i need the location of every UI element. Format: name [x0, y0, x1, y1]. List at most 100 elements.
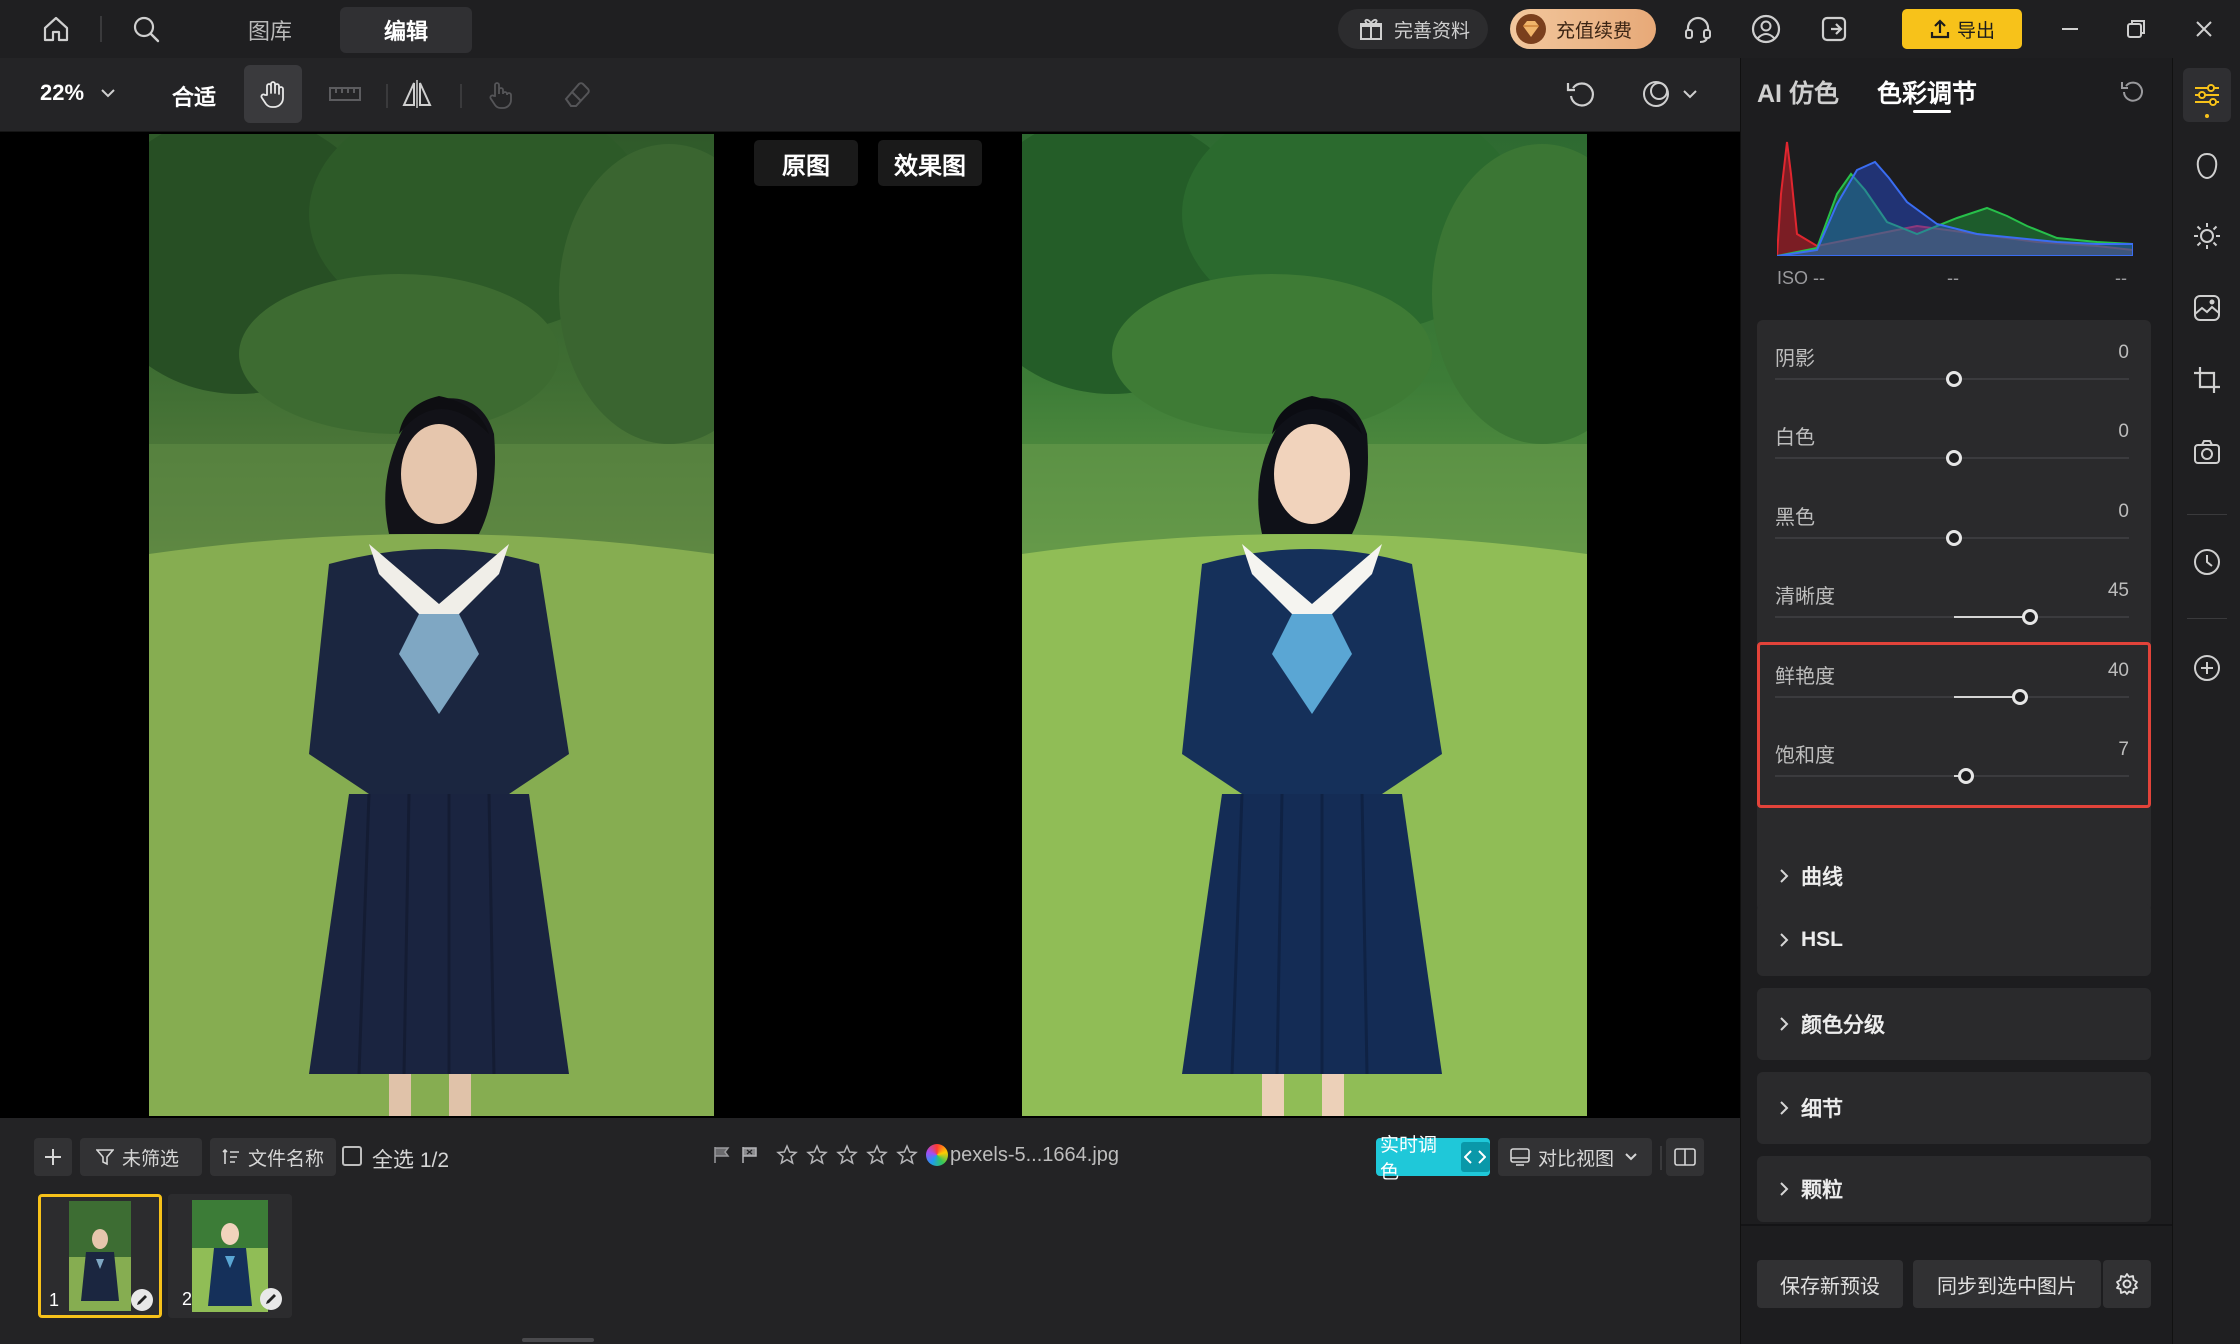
sync-settings-button[interactable]	[2103, 1260, 2151, 1308]
account-icon[interactable]	[1748, 11, 1784, 47]
hand-tool-icon[interactable]	[244, 65, 302, 123]
slider-clarity[interactable]: 清晰度 45	[1757, 568, 2151, 648]
add-photo-button[interactable]	[34, 1138, 72, 1176]
reject-flag-icon[interactable]	[740, 1145, 760, 1165]
original-photo	[149, 134, 714, 1116]
section-detail[interactable]: 细节	[1757, 1072, 2151, 1144]
histogram	[1777, 134, 2133, 256]
histogram-right: --	[2115, 268, 2127, 288]
image-edit-icon[interactable]	[2183, 284, 2231, 332]
thumbnail[interactable]: 2	[168, 1194, 292, 1318]
gift-icon	[1358, 16, 1384, 42]
upload-icon	[1929, 18, 1951, 40]
save-preset-button[interactable]: 保存新预设	[1757, 1260, 1903, 1308]
face-retouch-icon[interactable]	[2183, 142, 2231, 190]
star-icon[interactable]	[896, 1144, 918, 1166]
slider-shadows[interactable]: 阴影 0	[1757, 330, 2151, 410]
slider-knob[interactable]	[2022, 609, 2038, 625]
logout-icon[interactable]	[1816, 11, 1852, 47]
sync-selected-button[interactable]: 同步到选中图片	[1913, 1260, 2101, 1308]
filter-icon	[96, 1148, 114, 1166]
adjust-panel: AI 仿色 色彩调节 ISO -- -- -- 阴影 0 白色 0 黑色 0 清…	[1740, 58, 2173, 1344]
slider-track[interactable]	[1775, 775, 2129, 777]
code-icon	[1460, 1142, 1490, 1172]
histogram-mid: --	[1947, 268, 1959, 288]
search-icon[interactable]	[128, 11, 164, 47]
slider-fill	[1954, 696, 2020, 698]
diamond-icon	[1516, 14, 1546, 44]
zoom-select[interactable]: 22%	[40, 80, 116, 106]
star-icon[interactable]	[866, 1144, 888, 1166]
recharge-button[interactable]: 充值续费	[1510, 9, 1656, 49]
minimize-icon[interactable]	[2048, 8, 2092, 50]
add-tool-icon[interactable]	[2183, 644, 2231, 692]
filter-button[interactable]: 未筛选	[80, 1138, 202, 1176]
sort-icon	[222, 1148, 240, 1166]
touch-tool-icon[interactable]	[472, 65, 530, 123]
camera-icon[interactable]	[2183, 428, 2231, 476]
filmstrip-bar: 未筛选 文件名称 全选 1/2 pexels-5...1664.jpg 实时调色…	[0, 1118, 1740, 1344]
select-all-checkbox[interactable]	[342, 1146, 362, 1166]
complete-profile-label: 完善资料	[1394, 20, 1471, 42]
slider-track[interactable]	[1775, 696, 2129, 698]
slider-value: 0	[2118, 501, 2129, 522]
chevron-down-icon	[100, 88, 116, 98]
section-hsl[interactable]: HSL	[1757, 904, 2151, 976]
overlay-mode-select[interactable]	[1624, 65, 1714, 123]
section-grain[interactable]: 颗粒	[1757, 1156, 2151, 1222]
headset-icon[interactable]	[1680, 11, 1716, 47]
eraser-icon[interactable]	[548, 65, 606, 123]
filmstrip-scrollbar[interactable]	[522, 1338, 594, 1342]
flip-icon[interactable]	[388, 65, 446, 123]
slider-knob[interactable]	[1946, 530, 1962, 546]
reset-icon[interactable]	[1552, 65, 1610, 123]
slider-knob[interactable]	[2012, 689, 2028, 705]
flag-icon[interactable]	[712, 1145, 732, 1165]
slider-value: 0	[2118, 421, 2129, 442]
slider-vibrance[interactable]: 鲜艳度 40	[1757, 648, 2151, 728]
tab-library[interactable]: 图库	[220, 7, 320, 53]
export-button[interactable]: 导出	[1902, 9, 2022, 49]
compare-view-select[interactable]: 对比视图	[1498, 1138, 1652, 1176]
live-color-toggle[interactable]: 实时调色	[1376, 1135, 1490, 1183]
slider-whites[interactable]: 白色 0	[1757, 409, 2151, 489]
split-view-button[interactable]	[1666, 1138, 1704, 1176]
slider-knob[interactable]	[1958, 768, 1974, 784]
color-label-icon[interactable]	[926, 1144, 948, 1166]
restore-icon[interactable]	[2114, 8, 2158, 50]
slider-blacks[interactable]: 黑色 0	[1757, 489, 2151, 569]
crop-icon[interactable]	[2183, 356, 2231, 404]
home-icon[interactable]	[38, 11, 74, 47]
section-curves[interactable]: 曲线	[1757, 840, 2151, 912]
slider-knob[interactable]	[1946, 450, 1962, 466]
slider-saturation[interactable]: 饱和度 7	[1757, 727, 2151, 807]
slider-knob[interactable]	[1946, 371, 1962, 387]
tab-color-adjust[interactable]: 色彩调节	[1877, 74, 1977, 110]
star-icon[interactable]	[836, 1144, 858, 1166]
sort-button[interactable]: 文件名称	[210, 1138, 336, 1176]
active-dot	[2205, 114, 2209, 118]
plus-icon	[43, 1147, 63, 1167]
slider-track[interactable]	[1775, 616, 2129, 618]
star-icon[interactable]	[776, 1144, 798, 1166]
tab-underline	[1913, 110, 1951, 113]
original-label: 原图	[754, 140, 858, 186]
slider-value: 40	[2107, 660, 2129, 681]
image-canvas[interactable]: 原图 效果图	[0, 132, 1740, 1118]
thumbnail[interactable]: 1	[38, 1194, 162, 1318]
complete-profile-button[interactable]: 完善资料	[1338, 9, 1488, 49]
tab-ai-color[interactable]: AI 仿色	[1757, 74, 1839, 110]
slider-label: 饱和度	[1775, 745, 1835, 767]
close-icon[interactable]	[2182, 8, 2226, 50]
reset-panel-icon[interactable]	[2119, 78, 2145, 104]
section-color-grading[interactable]: 颜色分级	[1757, 988, 2151, 1060]
ruler-icon[interactable]	[316, 65, 374, 123]
thumbnail-index: 2	[182, 1289, 193, 1309]
star-icon[interactable]	[806, 1144, 828, 1166]
gear-icon	[2115, 1272, 2139, 1296]
tab-edit[interactable]: 编辑	[340, 7, 472, 53]
history-icon[interactable]	[2183, 538, 2231, 586]
fit-button[interactable]: 合适	[172, 80, 216, 112]
sun-icon[interactable]	[2183, 212, 2231, 260]
split-view-icon	[1674, 1147, 1696, 1167]
